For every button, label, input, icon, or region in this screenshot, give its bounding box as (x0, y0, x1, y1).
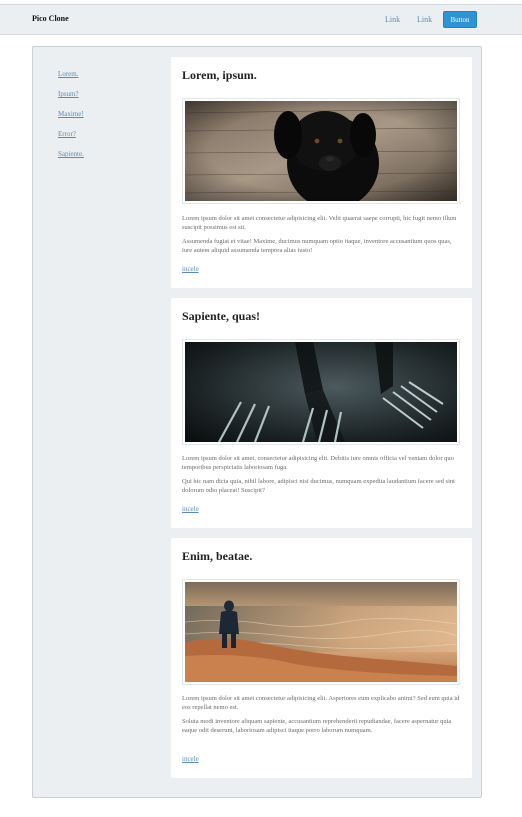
sidebar-item-lorem[interactable]: Lorem. (58, 69, 84, 89)
header-button[interactable]: Button (443, 11, 477, 28)
card-paragraph-1: Lorem ipsum dolor sit amet, consectetur … (182, 455, 454, 471)
card-title: Enim, beatae. (182, 549, 253, 563)
card-image (182, 579, 460, 685)
card-image (182, 339, 460, 445)
read-more-link[interactable]: incele (182, 265, 199, 273)
forks-image (185, 342, 457, 442)
read-more-link[interactable]: incele (182, 505, 199, 513)
black-puppy-image (185, 101, 457, 201)
article-card: Lorem, ipsum. Lorem ipsum dolor sit amet… (171, 57, 472, 288)
card-paragraph-1: Lorem ipsum dolor sit amet consectetur a… (182, 695, 460, 711)
sidebar-item-ipsum[interactable]: Ipsum? (58, 89, 84, 109)
sidebar-item-error[interactable]: Error? (58, 129, 84, 149)
sidebar-item-sapiente[interactable]: Sapiente. (58, 149, 84, 169)
top-navbar: Pico Clone Link Link Button (0, 4, 522, 35)
card-paragraph-2: Assumenda fugiat et vitae! Maxime, ducim… (182, 238, 452, 254)
card-title: Lorem, ipsum. (182, 68, 257, 82)
article-card: Sapiente, quas! Lorem ipsum dolor sit am… (171, 298, 472, 528)
card-paragraph-2: Soluta modi inventore aliquam sapiente, … (182, 718, 452, 734)
card-paragraph-2: Qui hic nam dicta quia, nihil labore, ad… (182, 478, 455, 494)
article-card: Enim, beatae. Lorem ipsum dolor sit amet… (171, 538, 472, 778)
nav-link-1[interactable]: Link (385, 15, 400, 24)
card-paragraph-1: Lorem ipsum dolor sit amet consectetur a… (182, 215, 457, 231)
read-more-link[interactable]: incele (182, 755, 199, 763)
card-image (182, 98, 460, 204)
card-title: Sapiente, quas! (182, 309, 261, 323)
nav-link-2[interactable]: Link (417, 15, 432, 24)
brand-logo-text[interactable]: Pico Clone (32, 14, 69, 23)
person-at-sea-image (185, 582, 457, 682)
sidebar-item-maxime[interactable]: Maxime! (58, 109, 84, 129)
main-container: Lorem. Ipsum? Maxime! Error? Sapiente. L… (32, 46, 482, 798)
sidebar-nav: Lorem. Ipsum? Maxime! Error? Sapiente. (58, 69, 84, 169)
